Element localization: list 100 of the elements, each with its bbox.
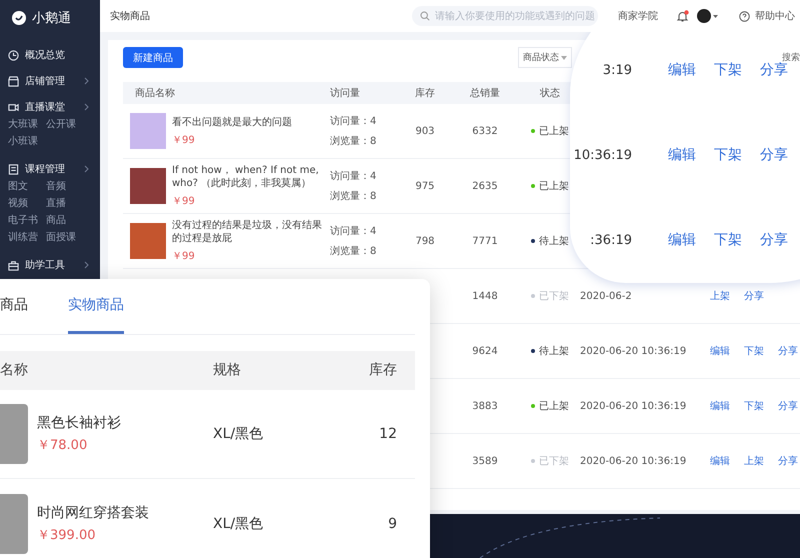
sales-value: 6332 [472,126,498,136]
row-action-link[interactable]: 下架 [714,146,742,164]
sidebar-subitem[interactable]: 视频 [8,197,46,210]
row-action-link[interactable]: 编辑 [710,454,730,468]
notification-bell-icon[interactable] [676,10,689,22]
sidebar-item[interactable]: 直播课堂 [0,96,100,118]
row-action-link[interactable]: 编辑 [668,146,696,164]
status-label: 已下架 [531,454,569,468]
spec-value: XL/黑色 [213,514,264,533]
sales-value: 1448 [472,290,498,302]
product-price: ￥99 [172,134,196,146]
row-action-link[interactable]: 上架 [744,454,764,468]
sidebar-item[interactable]: 课程管理 [0,158,100,180]
row-action-link[interactable]: 分享 [778,454,798,468]
row-action-link[interactable]: 编辑 [710,344,730,358]
visit-count: 访问量：4 [330,114,376,128]
status-label: 已上架 [531,179,569,193]
row-action-link[interactable]: 编辑 [710,399,730,413]
help-center-link[interactable]: 帮助中心 [755,9,795,23]
view-count: 浏览量：8 [330,190,376,203]
row-action-link[interactable]: 编辑 [668,231,696,249]
search-icon [420,11,430,21]
photo-placeholder [0,494,28,554]
sales-value: 7771 [472,236,498,246]
stock-value: 12 [378,426,398,442]
sidebar-subitem[interactable]: 大班课 [8,118,46,131]
search-field[interactable]: 请输入你要使用的功能或遇到的问题 [412,6,598,26]
column-header: 访问量 [330,82,400,104]
view-count: 浏览量：8 [330,134,376,148]
status-filter-select[interactable]: 商品状态 [518,47,572,68]
merchant-academy-link[interactable]: 商家学院 [618,9,658,23]
product-price: ￥78.00 [37,436,88,454]
row-action-link[interactable]: 分享 [744,289,764,303]
tab[interactable]: 实物商品 [68,279,124,334]
row-action-link[interactable]: 上架 [710,289,730,303]
visit-count: 访问量：4 [330,170,376,183]
sidebar-subitem[interactable]: 面授课 [46,231,84,244]
sidebar-subitem[interactable]: 小班课 [8,135,46,148]
column-header: 名称 [0,361,29,380]
product-name: If not how， when? If not me, who? （此时此刻，非我莫属） [172,164,320,190]
row-action-link[interactable]: 下架 [714,231,742,249]
visit-count: 访问量：4 [330,224,376,238]
row-action-link[interactable]: 下架 [744,399,764,413]
view-count: 浏览量：8 [330,244,376,258]
product-thumbnail [130,223,166,259]
list-icon [8,164,19,174]
row-action-link[interactable]: 分享 [760,61,788,79]
sidebar-subitem[interactable]: 电子书 [8,214,46,227]
logo-text: 小鹅通 [32,10,71,27]
status-label: 已上架 [531,399,569,413]
row-action-link[interactable]: 分享 [760,231,788,249]
tab[interactable]: 商品 [0,279,28,334]
sales-value: 3883 [472,400,498,412]
sidebar-subitem[interactable]: 训练营 [8,231,46,244]
product-price: ￥99 [172,195,196,208]
sidebar-subitem[interactable]: 直播 [46,197,84,210]
product-name: 黑色长袖衬衫 [37,414,121,432]
status-label: 待上架 [531,344,569,358]
photo-placeholder [0,404,28,464]
product-thumbnail [130,113,166,149]
row-action-link[interactable]: 下架 [714,61,742,79]
updated-time: 2020-06-20 10:36:19 [580,400,686,412]
column-header: 库存 [368,361,398,380]
product-thumbnail [130,168,166,204]
video-camera-icon [8,102,19,112]
sidebar-item[interactable]: 助学工具 [0,254,100,276]
help-icon [739,10,750,22]
status-label: 已下架 [531,289,569,303]
row-action-link[interactable]: 分享 [760,146,788,164]
updated-time: :36:19 [589,232,632,248]
updated-time: 10:36:19 [572,148,632,162]
sales-value: 9624 [472,346,498,356]
row-action-link[interactable]: 分享 [778,344,798,358]
updated-time: 2020-06-2 [580,290,632,302]
product-price: ￥99 [172,250,196,263]
column-header: 商品名称 [123,82,330,104]
stock-value: 903 [415,126,435,136]
product-name: 看不出问题就是最大的问题 [172,116,293,128]
sales-value: 3589 [472,456,498,466]
row-action-link[interactable]: 分享 [778,399,798,413]
sidebar-item[interactable]: 概况总览 [0,44,100,66]
product-name: 没有过程的结果是垃圾，没有结果的过程是放屁 [172,219,322,245]
new-product-button[interactable]: 新建商品 [123,47,183,68]
status-label: 待上架 [531,234,569,248]
sidebar-subitem[interactable]: 音频 [46,180,84,193]
sidebar-subitem[interactable]: 商品 [46,214,84,227]
stock-value: 975 [415,180,435,192]
sales-value: 2635 [472,180,498,192]
sidebar-subitem[interactable]: 图文 [8,180,46,193]
row-action-link[interactable]: 下架 [744,344,764,358]
sidebar-subitem[interactable]: 公开课 [46,118,84,131]
row-action-link[interactable]: 编辑 [668,61,696,79]
updated-time: 2020-06-20 10:36:19 [580,346,686,356]
updated-time: 3:19 [602,62,632,78]
status-label: 已上架 [531,124,569,138]
product-name: 时尚网红穿搭套装 [37,504,149,522]
avatar-dropdown-icon[interactable] [697,9,719,23]
page-title: 实物商品 [110,10,151,23]
updated-time: 2020-06-20 10:36:19 [580,456,686,466]
sidebar-item[interactable]: 店铺管理 [0,70,100,92]
